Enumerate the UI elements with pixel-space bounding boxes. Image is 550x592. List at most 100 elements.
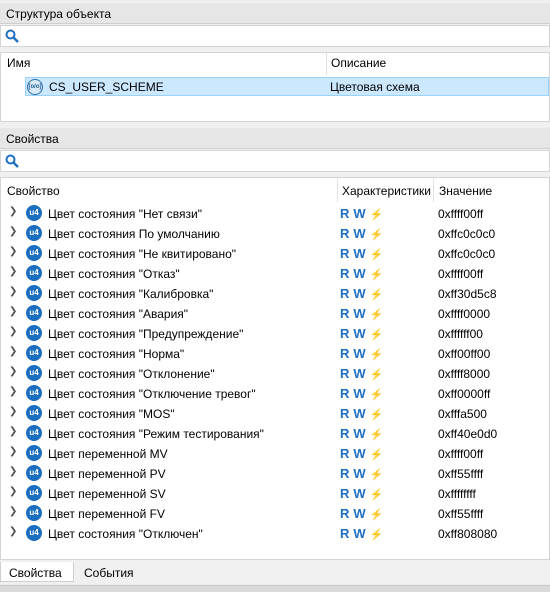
chevron-right-icon[interactable]: ❯ <box>9 326 17 337</box>
property-row[interactable]: ❯ u4 Цвет состояния "Отключен" R W ⚡ 0xff80808… <box>1 523 549 543</box>
u4-type-icon: u4 <box>26 345 42 361</box>
chevron-right-icon[interactable]: ❯ <box>9 286 17 297</box>
property-flags: R W ⚡ <box>340 286 383 301</box>
u4-type-icon: u4 <box>26 465 42 481</box>
u4-type-icon: u4 <box>26 225 42 241</box>
property-value[interactable]: 0xff00ff00 <box>438 347 490 361</box>
chevron-right-icon[interactable]: ❯ <box>9 346 17 357</box>
lightning-icon: ⚡ <box>369 269 384 281</box>
lightning-icon: ⚡ <box>369 409 384 421</box>
property-value[interactable]: 0xff808080 <box>438 527 497 541</box>
column-divider <box>433 178 434 202</box>
write-flag-icon: W <box>353 246 366 261</box>
property-row[interactable]: ❯ u4 Цвет состояния "Авария" R W ⚡ 0xffff0000 <box>1 303 549 323</box>
chevron-right-icon[interactable]: ❯ <box>9 386 17 397</box>
property-value[interactable]: 0xffc0c0c0 <box>438 227 495 241</box>
property-name: Цвет состояния По умолчанию <box>48 227 220 241</box>
property-value[interactable]: 0xff40e0d0 <box>438 427 497 441</box>
property-value[interactable]: 0xff0000ff <box>438 387 490 401</box>
property-row[interactable]: ❯ u4 Цвет переменной PV R W ⚡ 0xff55ffff <box>1 463 549 483</box>
property-row[interactable]: ❯ u4 Цвет переменной MV R W ⚡ 0xffff00ff <box>1 443 549 463</box>
property-flags: R W ⚡ <box>340 486 383 501</box>
property-row[interactable]: ❯ u4 Цвет состояния "Отказ" R W ⚡ 0xffff00ff <box>1 263 549 283</box>
chevron-right-icon[interactable]: ❯ <box>9 206 17 217</box>
property-row[interactable]: ❯ u4 Цвет состояния По умолчанию R W ⚡ 0xffc0c… <box>1 223 549 243</box>
property-row[interactable]: ❯ u4 Цвет состояния "MOS" R W ⚡ 0xfffa500 <box>1 403 549 423</box>
chevron-right-icon[interactable]: ❯ <box>9 446 17 457</box>
property-value[interactable]: 0xff55ffff <box>438 467 483 481</box>
u4-type-icon: u4 <box>26 405 42 421</box>
read-flag-icon: R <box>340 446 350 461</box>
read-flag-icon: R <box>340 486 350 501</box>
lightning-icon: ⚡ <box>369 449 384 461</box>
property-value[interactable]: 0xfffa500 <box>438 407 487 421</box>
lightning-icon: ⚡ <box>369 289 384 301</box>
column-header-characteristics[interactable]: Характеристики <box>342 184 431 198</box>
write-flag-icon: W <box>353 306 366 321</box>
property-row[interactable]: ❯ u4 Цвет состояния "Предупреждение" R W ⚡ 0xf… <box>1 323 549 343</box>
property-row[interactable]: ❯ u4 Цвет состояния "Отклонение" R W ⚡ 0xffff8… <box>1 363 549 383</box>
property-row[interactable]: ❯ u4 Цвет состояния "Режим тестирования" R W… <box>1 423 549 443</box>
chevron-right-icon[interactable]: ❯ <box>9 246 17 257</box>
property-flags: R W ⚡ <box>340 506 383 521</box>
property-value[interactable]: 0xffff00ff <box>438 447 483 461</box>
properties-search-bar[interactable] <box>0 150 550 172</box>
chevron-right-icon[interactable]: ❯ <box>9 306 17 317</box>
property-value[interactable]: 0xffffffff <box>438 487 476 501</box>
u4-type-icon: u4 <box>26 425 42 441</box>
property-flags: R W ⚡ <box>340 246 383 261</box>
property-name: Цвет состояния "Режим тестирования" <box>48 427 264 441</box>
properties-search-input[interactable] <box>25 153 540 169</box>
chevron-right-icon[interactable]: ❯ <box>9 266 17 277</box>
property-value[interactable]: 0xffc0c0c0 <box>438 247 495 261</box>
property-row[interactable]: ❯ u4 Цвет состояния "Отключение тревог" R W ⚡… <box>1 383 549 403</box>
chevron-right-icon[interactable]: ❯ <box>9 486 17 497</box>
property-row[interactable]: ❯ u4 Цвет состояния "Нет связи" R W ⚡ 0xffff00… <box>1 203 549 223</box>
chevron-right-icon[interactable]: ❯ <box>9 526 17 537</box>
read-flag-icon: R <box>340 286 350 301</box>
column-header-value[interactable]: Значение <box>439 184 492 198</box>
property-row[interactable]: ❯ u4 Цвет переменной FV R W ⚡ 0xff55ffff <box>1 503 549 523</box>
structure-section-title: Структура объекта <box>0 3 550 24</box>
u4-type-icon: u4 <box>26 445 42 461</box>
lightning-icon: ⚡ <box>369 469 384 481</box>
chevron-right-icon[interactable]: ❯ <box>9 466 17 477</box>
chevron-right-icon[interactable]: ❯ <box>9 426 17 437</box>
property-row[interactable]: ❯ u4 Цвет состояния "Калибровка" R W ⚡ 0xff30d… <box>1 283 549 303</box>
tab-properties[interactable]: Свойства <box>0 562 74 582</box>
column-header-name[interactable]: Имя <box>7 56 30 70</box>
write-flag-icon: W <box>353 286 366 301</box>
write-flag-icon: W <box>353 486 366 501</box>
property-flags: R W ⚡ <box>340 426 383 441</box>
property-row[interactable]: ❯ u4 Цвет переменной SV R W ⚡ 0xffffffff <box>1 483 549 503</box>
chevron-right-icon[interactable]: ❯ <box>9 366 17 377</box>
property-name: Цвет состояния "Предупреждение" <box>48 327 244 341</box>
property-value[interactable]: 0xffff00ff <box>438 267 483 281</box>
column-header-description[interactable]: Описание <box>331 56 386 70</box>
u4-type-icon: u4 <box>26 325 42 341</box>
property-value[interactable]: 0xffff00ff <box>438 207 483 221</box>
property-row[interactable]: ❯ u4 Цвет состояния "Норма" R W ⚡ 0xff00ff00 <box>1 343 549 363</box>
structure-search-bar[interactable] <box>0 25 550 47</box>
structure-search-input[interactable] <box>25 28 540 44</box>
property-flags: R W ⚡ <box>340 406 383 421</box>
chevron-right-icon[interactable]: ❯ <box>9 406 17 417</box>
structure-item-row[interactable]: [o/o] CS_USER_SCHEME Цветовая схема <box>25 77 549 96</box>
property-flags: R W ⚡ <box>340 346 383 361</box>
column-header-property[interactable]: Свойство <box>7 184 60 198</box>
property-value[interactable]: 0xff55ffff <box>438 507 483 521</box>
chevron-right-icon[interactable]: ❯ <box>9 226 17 237</box>
write-flag-icon: W <box>353 406 366 421</box>
property-name: Цвет состояния "Не квитировано" <box>48 247 237 261</box>
property-value[interactable]: 0xffff8000 <box>438 367 490 381</box>
tab-events[interactable]: События <box>76 562 146 582</box>
chevron-right-icon[interactable]: ❯ <box>9 506 17 517</box>
structure-item-description: Цветовая схема <box>330 80 420 94</box>
u4-type-icon: u4 <box>26 485 42 501</box>
lightning-icon: ⚡ <box>369 429 384 441</box>
property-row[interactable]: ❯ u4 Цвет состояния "Не квитировано" R W ⚡ 0xf… <box>1 243 549 263</box>
property-value[interactable]: 0xffff0000 <box>438 307 490 321</box>
property-value[interactable]: 0xff30d5c8 <box>438 287 497 301</box>
property-value[interactable]: 0xffffff00 <box>438 327 483 341</box>
property-name: Цвет состояния "MOS" <box>48 407 175 421</box>
